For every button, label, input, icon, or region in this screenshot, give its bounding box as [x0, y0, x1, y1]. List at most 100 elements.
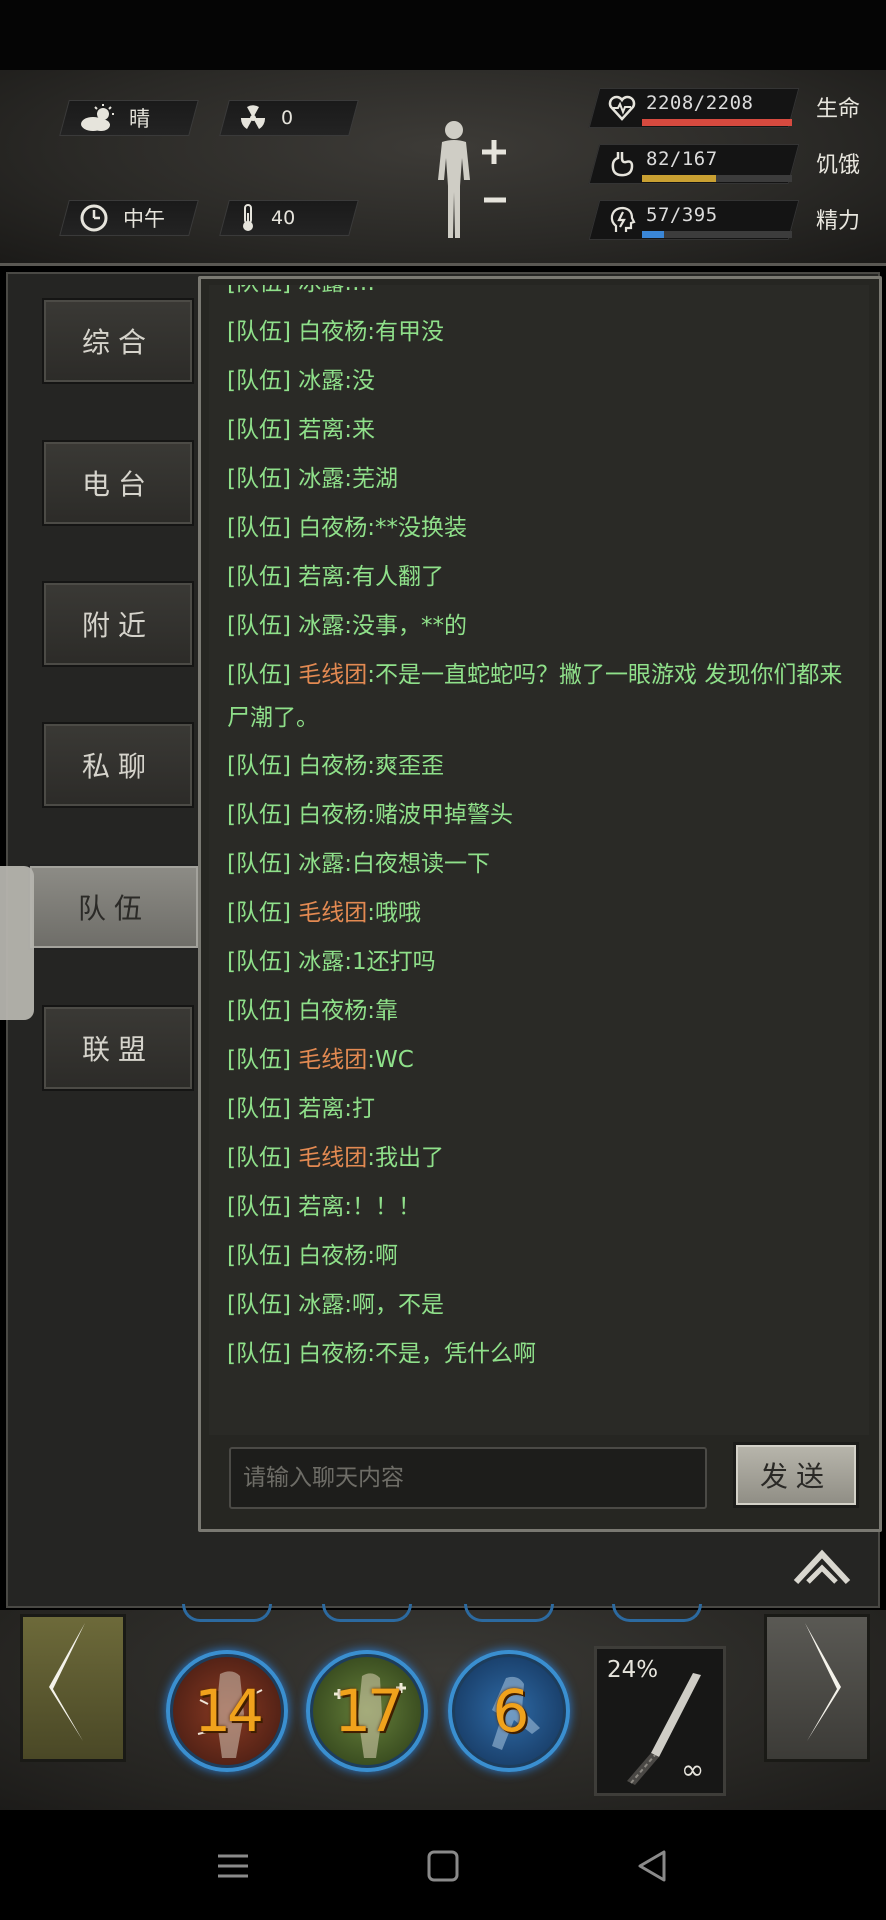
chat-channel-tag: [队伍] [227, 1047, 291, 1073]
hunger-value: 82/167 [646, 148, 718, 170]
heal-skill-button[interactable]: 17 [306, 1650, 428, 1772]
chat-channel-tag: [队伍] [227, 998, 291, 1024]
chat-channel-tag: [队伍] [227, 802, 291, 828]
chat-message-text: :啊 [367, 1243, 399, 1269]
chat-sender-name[interactable]: 冰露 [298, 466, 344, 492]
radiation-icon [240, 105, 266, 129]
chat-sender-name[interactable]: 冰露 [298, 1292, 344, 1318]
chat-message-text: :！！！ [344, 1194, 422, 1220]
tab-team[interactable]: 队伍 [28, 864, 200, 950]
chat-sender-name[interactable]: 若离 [298, 1194, 344, 1220]
temperature-indicator: 40 [219, 200, 359, 236]
chat-message-text: :打 [344, 1096, 376, 1122]
heal-skill-count: 17 [334, 1677, 404, 1745]
chat-channel-tag: [队伍] [227, 1341, 291, 1367]
chat-message-text: :**没换装 [367, 515, 468, 541]
weapon-ammo: ∞ [681, 1753, 705, 1786]
chat-message-list: [队伍] 冰露:… [队伍] 白夜杨:有甲没[队伍] 冰露:没[队伍] 若离:来… [227, 285, 859, 1379]
chat-sender-name[interactable]: 白夜杨 [298, 515, 367, 541]
chat-message: [队伍] 白夜杨:靠 [227, 987, 859, 1036]
chat-channel-tag: [队伍] [227, 753, 291, 779]
chat-sender-name[interactable]: 白夜杨 [298, 1341, 367, 1367]
chat-sender-name[interactable]: 毛线团 [298, 662, 367, 688]
chat-sender-name[interactable]: 白夜杨 [298, 753, 367, 779]
weapon-slot[interactable]: 24% ∞ [594, 1646, 726, 1796]
chat-message: [队伍] 若离:有人翻了 [227, 553, 859, 602]
chat-message: [队伍] 若离:打 [227, 1085, 859, 1134]
chat-message: [队伍] 白夜杨:有甲没 [227, 308, 859, 357]
chat-message: [队伍] 若离:来 [227, 406, 859, 455]
chat-sender-name[interactable]: 白夜杨 [298, 1243, 367, 1269]
clock-icon [80, 204, 108, 232]
time-label: 中午 [123, 207, 165, 231]
chat-sender-name[interactable]: 毛线团 [298, 1145, 367, 1171]
chat-channel-tag: [队伍] [227, 564, 291, 590]
chat-sender-name[interactable]: 若离 [298, 1096, 344, 1122]
chat-log[interactable]: [队伍] 冰露:… [队伍] 白夜杨:有甲没[队伍] 冰露:没[队伍] 若离:来… [209, 285, 869, 1435]
energy-head-icon [610, 206, 636, 232]
chat-channel-tag: [队伍] [227, 613, 291, 639]
home-icon[interactable] [420, 1846, 466, 1886]
arrow-left-icon [49, 1623, 85, 1741]
skill-bar [0, 1610, 886, 1810]
tab-radio[interactable]: 电台 [42, 440, 194, 526]
chat-sender-name[interactable]: 毛线团 [298, 1047, 367, 1073]
collapse-chevron-icon[interactable] [792, 1544, 852, 1588]
chat-message-text: :爽歪歪 [367, 753, 445, 779]
chat-message-text: :啊，不是 [344, 1292, 445, 1318]
chat-message: [队伍] 白夜杨:**没换装 [227, 504, 859, 553]
chat-message: [队伍] 白夜杨:爽歪歪 [227, 742, 859, 791]
chat-channel-tag: [队伍] [227, 466, 291, 492]
tab-nearby[interactable]: 附近 [42, 581, 194, 667]
chat-channel-tag: [队伍] [227, 900, 291, 926]
injury-skill-button[interactable]: 14 [166, 1650, 288, 1772]
energy-bar [642, 231, 792, 238]
chat-input[interactable] [229, 1447, 707, 1509]
chat-panel: [队伍] 冰露:… [队伍] 白夜杨:有甲没[队伍] 冰露:没[队伍] 若离:来… [198, 276, 882, 1532]
tab-alliance[interactable]: 联盟 [42, 1005, 194, 1091]
health-label: 生命 [816, 97, 861, 122]
arrow-right-icon [805, 1623, 841, 1741]
body-status-figure-icon[interactable] [426, 118, 516, 248]
chat-sender-name[interactable]: 白夜杨 [298, 802, 367, 828]
chat-sender-name[interactable]: 冰露 [298, 613, 344, 639]
sprint-skill-button[interactable]: 6 [448, 1650, 570, 1772]
chat-message-text: :有甲没 [367, 319, 445, 345]
chat-channel-tag: [队伍] [227, 515, 291, 541]
next-page-button[interactable] [764, 1614, 870, 1762]
chat-message: [队伍] 冰露:芜湖 [227, 455, 859, 504]
tab-private[interactable]: 私聊 [42, 722, 194, 808]
weather-indicator: 晴 [59, 100, 199, 136]
send-button[interactable]: 发送 [733, 1442, 859, 1508]
chat-message: [队伍] 毛线团:哦哦 [227, 889, 859, 938]
chat-sender-name[interactable]: 冰露 [298, 851, 344, 877]
chat-message-text: :有人翻了 [344, 564, 445, 590]
chat-sender-name[interactable]: 毛线团 [298, 900, 367, 926]
heart-icon [608, 95, 636, 121]
radiation-value: 0 [281, 107, 294, 129]
chat-channel-tag: [队伍] [227, 662, 291, 688]
chat-message-text: :1还打吗 [344, 949, 436, 975]
chat-message: [队伍] 白夜杨:啊 [227, 1232, 859, 1281]
chat-sender-name[interactable]: 白夜杨 [298, 998, 367, 1024]
chat-sender-name[interactable]: 冰露 [298, 949, 344, 975]
back-icon[interactable] [630, 1846, 676, 1886]
chat-sender-name[interactable]: 白夜杨 [298, 319, 367, 345]
floating-edge-handle[interactable] [0, 866, 34, 1020]
chat-sender-name[interactable]: 冰露 [298, 368, 344, 394]
chat-message-text: :哦哦 [367, 900, 422, 926]
chat-message: [队伍] 毛线团:不是一直蛇蛇吗？撇了一眼游戏 发现你们都来尸潮了。 [227, 654, 859, 740]
chat-message-text: :没事，**的 [344, 613, 468, 639]
tab-general[interactable]: 综合 [42, 298, 194, 384]
chat-message-text: :我出了 [367, 1145, 445, 1171]
chat-sender-name[interactable]: 若离 [298, 417, 344, 443]
chat-channel-tag: [队伍] [227, 1243, 291, 1269]
hunger-stat: 82/167 饥饿 [588, 144, 864, 184]
health-stat: 2208/2208 生命 [588, 88, 864, 128]
prev-page-button[interactable] [20, 1614, 126, 1762]
chat-sender-name[interactable]: 若离 [298, 564, 344, 590]
chat-channel-tag: [队伍] [227, 417, 291, 443]
menu-icon[interactable] [210, 1846, 256, 1886]
thermometer-icon [243, 204, 253, 231]
stomach-icon [611, 152, 634, 177]
